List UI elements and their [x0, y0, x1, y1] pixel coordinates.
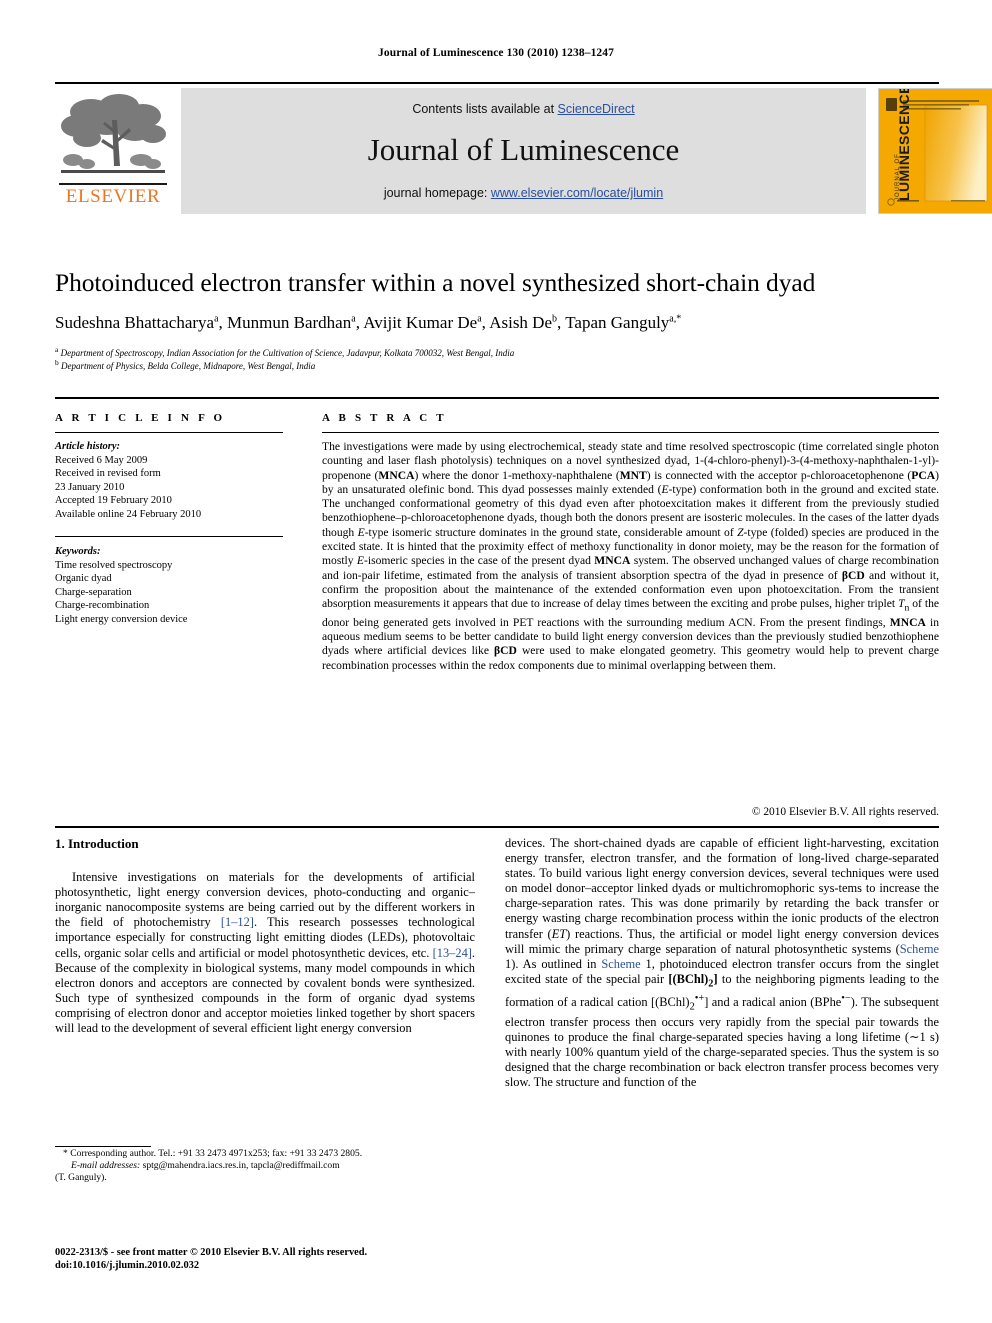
corresponding-author-note: * Corresponding author. Tel.: +91 33 247… — [63, 1148, 363, 1159]
keyword-item: Charge-recombination — [55, 600, 150, 612]
article-info-heading: A R T I C L E I N F O — [55, 412, 226, 424]
homepage-prefix: journal homepage: — [383, 186, 491, 200]
footnote-rule — [55, 1146, 151, 1147]
masthead-top-rule — [55, 82, 939, 84]
page-footer: 0022-2313/$ - see front matter © 2010 El… — [55, 1246, 555, 1272]
abstract-copyright: © 2010 Elsevier B.V. All rights reserved… — [751, 806, 939, 818]
journal-masthead: ELSEVIER Contents lists available at Sci… — [55, 82, 992, 216]
abstract-rule — [322, 432, 939, 433]
keyword-item: Charge-separation — [55, 586, 132, 598]
scheme-link[interactable]: Scheme — [900, 942, 939, 956]
footer-doi-line: doi:10.1016/j.jlumin.2010.02.032 — [55, 1260, 200, 1272]
journal-title: Journal of Luminescence — [367, 132, 680, 167]
paper-page: Journal of Luminescence 130 (2010) 1238–… — [0, 0, 992, 1323]
running-head: Journal of Luminescence 130 (2010) 1238–… — [378, 47, 614, 59]
journal-cover-thumbnail: LUMINESCENCE JOURNAL OF — [878, 88, 992, 214]
author-list: Sudeshna Bhattacharyaa, Munmun Bardhana,… — [55, 313, 682, 332]
keyword-item: Time resolved spectroscopy — [55, 559, 173, 571]
article-history: Article history: Received 6 May 2009 Rec… — [55, 440, 283, 522]
footnote-block: * Corresponding author. Tel.: +91 33 247… — [55, 1148, 475, 1185]
keyword-item: Light energy conversion device — [55, 613, 188, 625]
elsevier-wordmark: ELSEVIER — [65, 186, 161, 207]
sciencedirect-link[interactable]: ScienceDirect — [558, 102, 635, 116]
citation-link[interactable]: [1–12] — [221, 915, 254, 929]
journal-homepage-link[interactable]: www.elsevier.com/locate/jlumin — [491, 186, 663, 200]
history-item: 23 January 2010 — [55, 481, 125, 493]
introduction-heading: 1. Introduction — [55, 836, 139, 851]
keywords-rule — [55, 536, 283, 537]
history-item: Accepted 19 February 2010 — [55, 495, 172, 507]
keyword-item: Organic dyad — [55, 573, 112, 585]
article-history-label: Article history: — [55, 441, 121, 452]
history-item: Received in revised form — [55, 468, 161, 480]
email-note: E-mail addresses: sptg@mahendra.iacs.res… — [55, 1160, 475, 1172]
intro-paragraph-continued: devices. The short-chained dyads are cap… — [505, 836, 940, 1090]
body-column-right: devices. The short-chained dyads are cap… — [505, 836, 939, 1091]
abstract-text: The investigations were made by using el… — [322, 440, 940, 672]
contents-prefix: Contents lists available at — [412, 102, 558, 116]
keywords-label: Keywords: — [55, 546, 101, 557]
history-item: Received 6 May 2009 — [55, 454, 148, 466]
footer-issn-line: 0022-2313/$ - see front matter © 2010 El… — [55, 1247, 368, 1258]
body-column-left: 1. Introduction Intensive investigations… — [55, 836, 475, 1036]
elsevier-logo-rule — [59, 183, 167, 185]
elsevier-logo: ELSEVIER — [55, 88, 171, 214]
citation-link[interactable]: [13–24] — [433, 946, 472, 960]
email-attribution: (T. Ganguly). — [55, 1172, 107, 1184]
page-title: Photoinduced electron transfer within a … — [55, 268, 816, 297]
journal-homepage-line: journal homepage: www.elsevier.com/locat… — [181, 186, 866, 200]
masthead-panel: Contents lists available at ScienceDirec… — [181, 88, 866, 214]
email-addresses[interactable]: sptg@mahendra.iacs.res.in, tapcla@rediff… — [143, 1160, 340, 1171]
intro-paragraph-1: Intensive investigations on materials fo… — [55, 870, 475, 1036]
history-item: Available online 24 February 2010 — [55, 508, 202, 520]
scheme-link[interactable]: Scheme — [601, 957, 640, 971]
article-info-rule — [55, 432, 283, 433]
email-label: E-mail addresses: — [71, 1160, 141, 1172]
abstract-bottom-rule — [55, 826, 939, 828]
keywords-block: Keywords: Time resolved spectroscopy Org… — [55, 545, 283, 627]
svg-text:JOURNAL OF: JOURNAL OF — [895, 153, 901, 201]
affiliation-b: b Department of Physics, Belda College, … — [55, 358, 316, 371]
abstract-heading: A B S T R A C T — [322, 412, 447, 424]
info-top-rule — [55, 397, 939, 399]
elsevier-tree-icon — [57, 90, 169, 182]
contents-available-line: Contents lists available at ScienceDirec… — [181, 102, 866, 116]
